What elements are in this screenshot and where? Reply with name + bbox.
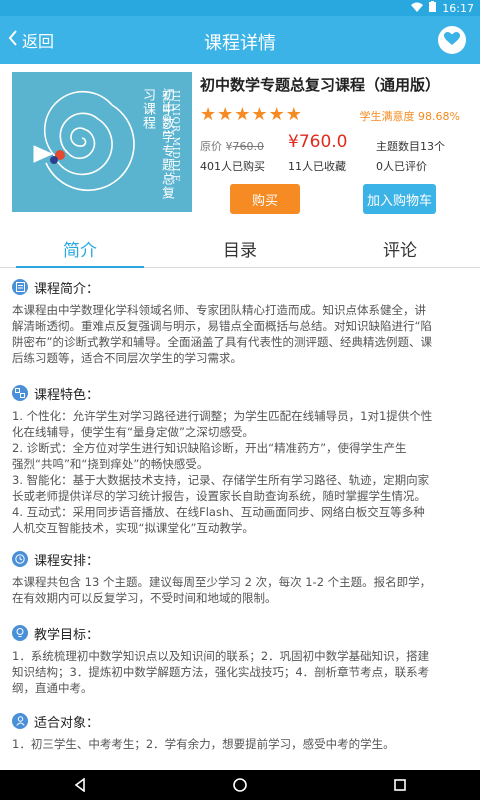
course-header: 初中数学专题总复习课程 JUNIOR MIDDLE SCHOOL 初中数学专题总… xyxy=(0,64,480,224)
add-to-cart-button[interactable]: 加入购物车 xyxy=(363,184,436,214)
favorited-count: 11人已收藏 xyxy=(288,160,346,173)
star-icon: ★ xyxy=(200,104,218,125)
section-body: 1. 个性化：允许学生对学习路径进行调整；为学生匹配在线辅导员，1对1提供个性 … xyxy=(12,408,468,536)
favorite-button[interactable] xyxy=(438,26,466,54)
satisfaction-rate: 学生满意度 98.68% xyxy=(359,110,460,123)
text-line: 4. 互动式：采用同步语音播放、在线Flash、互动画面同步、网络白板交互等多种 xyxy=(12,505,425,519)
cover-subtitle-text: JUNIOR MIDDLE SCHOOL xyxy=(160,90,180,183)
text-line: 1．系统梳理初中数学知识点以及知识间的联系；2．巩固初中数学基础知识，搭建 xyxy=(12,649,430,663)
text-line: 纲，直通中考。 xyxy=(12,681,93,695)
section-title: 适合对象： xyxy=(34,715,100,731)
rating-row: ★★★★★★ 学生满意度 98.68% xyxy=(200,104,470,125)
recents-nav-icon[interactable] xyxy=(393,778,407,792)
text-line: 1. 个性化：允许学生对学习路径进行调整；为学生匹配在线辅导员，1对1提供个性 xyxy=(12,409,433,423)
text-line: 化在线辅导，使学生有“量身定做”之深切感受。 xyxy=(12,425,254,439)
text-line: 长或老师提供详尽的学习统计报告，设置家长自助查询系统，随时掌握学生情况。 xyxy=(12,489,426,503)
chevron-left-icon xyxy=(8,30,18,50)
star-icon: ★ xyxy=(268,104,286,125)
document-icon xyxy=(12,279,28,295)
text-line: 阱密布”的诊断式教学和辅导。全面涵盖了具有代表性的测评题、经典精选例题、课 xyxy=(12,335,432,349)
clock-icon xyxy=(12,551,28,567)
person-icon xyxy=(12,713,28,729)
intro-content: 课程简介： 本课程由中学数理化学科领域名师、专家团队精心打造而成。知识点体系健全… xyxy=(0,270,480,770)
text-line: 知识结构；3．提炼初中数学解题方法，强化实战技巧；4．剖析章节考点，联系考 xyxy=(12,665,430,679)
section-body: 本课程由中学数理化学科领域名师、专家团队精心打造而成。知识点体系健全，讲 解清晰… xyxy=(12,302,468,366)
current-price: ¥760.0 xyxy=(288,132,348,152)
section-body: 1．初三学生、中考考生；2．学有余力，想要提前学习，感受中考的学生。 xyxy=(12,736,468,752)
section-title: 课程简介： xyxy=(34,281,100,297)
text-line: 2. 诊断式：全方位对学生进行知识缺陷诊断，开出“精准药方”，使得学生产生 xyxy=(12,441,407,455)
original-price-value: 760.0 xyxy=(232,140,265,153)
bought-count: 401人已购买 xyxy=(200,160,265,173)
battery-icon xyxy=(429,1,437,15)
lightbulb-icon xyxy=(12,625,28,641)
text-line: 后练习题等，适合不同层次学生的学习需求。 xyxy=(12,351,242,365)
text-line: 人机交互智能技术，实现“拟课堂化”互动教学。 xyxy=(12,521,254,535)
system-nav-bar xyxy=(0,770,480,800)
course-title: 初中数学专题总复习课程（通用版） xyxy=(200,76,441,94)
back-button[interactable]: 返回 xyxy=(8,16,54,64)
tab-catalog[interactable]: 目录 xyxy=(160,228,320,267)
original-price: 原价 ¥760.0 xyxy=(200,138,264,154)
tab-bar: 简介 目录 评论 xyxy=(0,228,480,268)
buy-button[interactable]: 购买 xyxy=(230,184,300,214)
original-price-label: 原价 ¥ xyxy=(200,140,233,153)
section-body: 本课程共包含 13 个主题。建议每周至少学习 2 次，每次 1-2 个主题。报名… xyxy=(12,574,468,606)
back-nav-icon[interactable] xyxy=(73,778,87,792)
star-icon: ★ xyxy=(285,104,303,125)
text-line: 本课程由中学数理化学科领域名师、专家团队精心打造而成。知识点体系健全，讲 xyxy=(12,303,426,317)
wifi-icon xyxy=(411,2,424,15)
reviewed-count: 0人已评价 xyxy=(376,160,427,173)
text-line: 本课程共包含 13 个主题。建议每周至少学习 2 次，每次 1-2 个主题。报名… xyxy=(12,575,432,589)
page-title: 课程详情 xyxy=(204,33,276,54)
back-label: 返回 xyxy=(22,32,55,51)
star-icon: ★ xyxy=(251,104,269,125)
course-info: 初中数学专题总复习课程（通用版） ★★★★★★ 学生满意度 98.68% 原价 … xyxy=(200,74,470,214)
section-body: 1．系统梳理初中数学知识点以及知识间的联系；2．巩固初中数学基础知识，搭建 知识… xyxy=(12,648,468,696)
text-line: 在有效期内可以反复学习，不受时间和地域的限制。 xyxy=(12,591,277,605)
status-time: 16:17 xyxy=(442,1,474,15)
home-nav-icon[interactable] xyxy=(232,777,248,793)
section-title: 课程特色： xyxy=(34,387,100,403)
text-line: 解清晰透彻。重难点反复强调与明示，易错点全面概括与总结。对知识缺陷进行“陷 xyxy=(12,319,432,333)
tab-comments[interactable]: 评论 xyxy=(320,228,480,267)
status-bar: 16:17 xyxy=(0,0,480,16)
section-title: 教学目标： xyxy=(34,627,100,643)
rating-stars: ★★★★★★ xyxy=(200,104,303,125)
star-icon: ★ xyxy=(217,104,235,125)
text-line: 3. 智能化：基于大数据技术支持，记录、存储学生所有学习路径、轨迹，定期向家 xyxy=(12,473,430,487)
text-line: 1．初三学生、中考考生；2．学有余力，想要提前学习，感受中考的学生。 xyxy=(12,737,395,751)
star-icon: ★ xyxy=(234,104,252,125)
course-cover-image: 初中数学专题总复习课程 JUNIOR MIDDLE SCHOOL xyxy=(12,72,192,212)
text-line: 强烈“共鸣”和“挠到痒处”的畅快感受。 xyxy=(12,457,209,471)
app-bar: 课程详情 返回 xyxy=(0,16,480,64)
grid-icon xyxy=(12,385,28,401)
topic-count: 主题数目13个 xyxy=(376,140,445,153)
section-title: 课程安排： xyxy=(34,553,100,569)
heart-icon xyxy=(444,31,460,50)
tab-intro[interactable]: 简介 xyxy=(0,228,160,268)
